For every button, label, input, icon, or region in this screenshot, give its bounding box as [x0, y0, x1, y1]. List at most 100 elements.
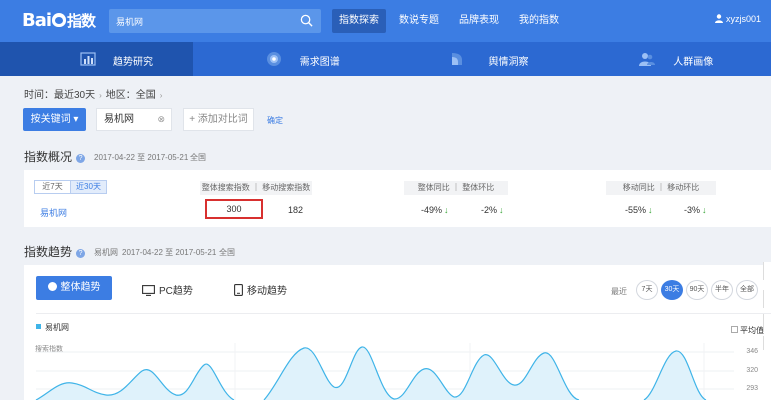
legend-swatch — [36, 324, 41, 329]
trend-title: 指数趋势? — [24, 243, 86, 260]
subnav-item-audience-profile[interactable]: 人群画像 — [578, 42, 771, 76]
trend-line-chart[interactable] — [24, 343, 771, 400]
search-icon[interactable] — [300, 14, 313, 27]
keyword-chip[interactable]: 易机网 ⊗ — [96, 108, 172, 131]
baidu-paw-icon — [52, 13, 67, 27]
arrow-down-icon: ↓ — [499, 205, 504, 215]
trend-region: 全国 — [219, 248, 235, 257]
side-toolbar-fragment[interactable] — [763, 314, 771, 332]
chevron-right-icon: › — [159, 91, 163, 100]
mom-value: -2% ↓ — [481, 205, 504, 215]
side-toolbar-fragment[interactable] — [763, 290, 771, 308]
subnav-item-demand-map[interactable]: 需求图谱 — [193, 42, 386, 76]
mobile-trend-button[interactable]: 移动趋势 — [234, 282, 287, 297]
sub-nav: 趋势研究 需求图谱 舆情洞察 人群画像 — [0, 42, 771, 76]
mobile-mom-value: -3% ↓ — [684, 205, 707, 215]
trend-card: 整体趋势 PC趋势 移动趋势 最近 7天 30天 90天 半年 全部 易机网 平… — [24, 265, 771, 400]
nav-item-my-index[interactable]: 我的指数 — [512, 9, 566, 33]
tab-30-days[interactable]: 近30天 — [70, 180, 107, 194]
mobile-yoy-text: -55% — [625, 205, 647, 215]
top-bar: Bai 指数 指数探索 数说专题 品牌表现 我的指数 xyzjs001 — [0, 0, 771, 42]
range-half-year[interactable]: 半年 — [711, 280, 733, 300]
confirm-link[interactable]: 确定 — [267, 115, 283, 126]
overview-date-range: 2017-04-22 至 2017-05-21 — [94, 153, 189, 162]
subnav-label: 需求图谱 — [299, 57, 340, 68]
help-icon[interactable]: ? — [76, 249, 86, 258]
subnav-item-sentiment-insight[interactable]: 舆情洞察 — [386, 42, 579, 76]
overview-region: 全国 — [190, 153, 206, 162]
insight-icon — [451, 53, 462, 65]
subnav-label: 舆情洞察 — [488, 57, 529, 68]
keyword-mode-button[interactable]: 按关键词 ▾ — [23, 108, 86, 131]
overview-title: 指数概况? — [24, 148, 86, 165]
mom-text: -2% — [481, 205, 498, 215]
yoy-text: -49% — [421, 205, 443, 215]
nav-item-brand-performance[interactable]: 品牌表现 — [452, 9, 506, 33]
trend-keyword: 易机网 — [94, 248, 118, 257]
subnav-label: 趋势研究 — [113, 57, 153, 68]
baidu-index-logo[interactable]: Bai 指数 — [22, 10, 96, 31]
nav-item-data-topics[interactable]: 数说专题 — [392, 9, 446, 33]
main-nav: 指数探索 数说专题 品牌表现 我的指数 — [332, 9, 572, 33]
arrow-down-icon: ↓ — [702, 205, 707, 215]
legend-label[interactable]: 易机网 — [45, 322, 69, 333]
subnav-label: 人群画像 — [673, 57, 714, 68]
add-compare-button[interactable]: + 添加对比词 — [183, 108, 254, 131]
pie-chart-icon — [47, 282, 57, 291]
pc-trend-button[interactable]: PC趋势 — [142, 282, 193, 297]
subnav-item-trend-research[interactable]: 趋势研究 — [0, 42, 193, 76]
range-7-days[interactable]: 7天 — [636, 280, 658, 300]
overall-trend-label: 整体趋势 — [60, 282, 101, 293]
region-filter[interactable]: 地区：全国 — [106, 90, 156, 101]
trend-title-text: 指数趋势 — [24, 245, 73, 259]
period-tabs: 近7天 近30天 — [34, 180, 107, 194]
average-label: 平均值 — [740, 326, 764, 335]
range-all[interactable]: 全部 — [736, 280, 758, 300]
overview-keyword-link[interactable]: 易机网 — [40, 206, 67, 219]
username: xyzjs001 — [725, 14, 761, 24]
mobile-yoy-value: -55% ↓ — [625, 205, 653, 215]
filter-breadcrumb: 时间：最近30天 › 地区：全国 › — [24, 86, 166, 101]
range-90-days[interactable]: 90天 — [686, 280, 708, 300]
pc-trend-label: PC趋势 — [159, 286, 193, 297]
recent-label: 最近 — [611, 287, 627, 296]
mobile-mom-text: -3% — [684, 205, 701, 215]
arrow-down-icon: ↓ — [648, 205, 653, 215]
bar-chart-icon — [80, 52, 96, 66]
mobile-trend-label: 移动趋势 — [247, 286, 287, 297]
trend-area — [36, 346, 706, 400]
arrow-down-icon: ↓ — [444, 205, 449, 215]
yoy-header: 整体同比 ｜ 整体环比 — [404, 181, 508, 195]
average-checkbox[interactable] — [731, 326, 738, 333]
people-icon — [639, 53, 656, 66]
range-30-days[interactable]: 30天 — [661, 280, 683, 300]
search-index-header: 整体搜索指数 ｜ 移动搜索指数 — [200, 181, 312, 195]
target-icon — [266, 52, 281, 66]
mobile-phone-icon — [234, 284, 243, 296]
divider — [36, 313, 771, 314]
user-menu[interactable]: xyzjs001 — [714, 14, 761, 24]
keyword-mode-label: 按关键词 — [30, 114, 71, 125]
user-icon — [714, 14, 723, 23]
side-toolbar-fragment[interactable] — [763, 262, 771, 280]
nav-item-index-explore[interactable]: 指数探索 — [332, 9, 386, 33]
tab-7-days[interactable]: 近7天 — [34, 180, 71, 194]
overall-trend-button[interactable]: 整体趋势 — [36, 276, 112, 300]
mobile-search-index-value: 182 — [288, 205, 304, 215]
chevron-right-icon: › — [99, 91, 102, 100]
remove-icon[interactable]: ⊗ — [157, 109, 165, 130]
overview-card: 近7天 近30天 易机网 整体搜索指数 ｜ 移动搜索指数 整体同比 ｜ 整体环比… — [24, 170, 771, 227]
overview-title-text: 指数概况 — [24, 150, 73, 164]
keyword-chip-label: 易机网 — [104, 114, 134, 125]
mobile-yoy-header: 移动同比 ｜ 移动环比 — [606, 181, 716, 195]
yoy-value: -49% ↓ — [421, 205, 449, 215]
logo-text: Bai — [22, 10, 52, 31]
logo-suffix: 指数 — [67, 12, 96, 30]
time-filter[interactable]: 时间：最近30天 — [24, 90, 95, 101]
caret-down-icon: ▾ — [73, 114, 79, 125]
monitor-icon — [142, 285, 155, 296]
total-search-index-value: 300 — [205, 199, 263, 219]
search-input[interactable] — [116, 9, 296, 33]
side-toolbar-fragment[interactable] — [763, 336, 771, 350]
help-icon[interactable]: ? — [76, 154, 86, 163]
